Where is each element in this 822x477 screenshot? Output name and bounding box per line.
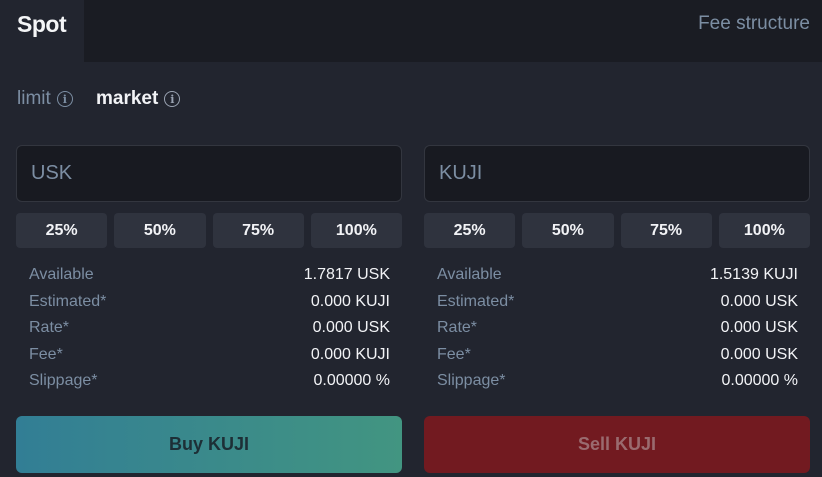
sell-percent-row: 25% 50% 75% 100% [424, 213, 810, 248]
sell-percent-75-button[interactable]: 75% [620, 213, 712, 248]
order-type-limit-label: limit [17, 88, 51, 109]
stat-label: Available [437, 266, 502, 284]
buy-kuji-button[interactable]: Buy KUJI [16, 415, 402, 473]
stat-value: 0.000 USK [720, 292, 798, 310]
buy-percent-row: 25% 50% 75% 100% [16, 213, 402, 248]
stat-value: 0.000 KUJI [310, 292, 390, 310]
buy-amount-input[interactable] [16, 145, 402, 202]
stat-label: Fee* [29, 345, 63, 363]
top-bar: Spot Fee structure [0, 0, 822, 62]
stat-value: 0.00000 % [313, 372, 390, 390]
stat-label: Available [29, 266, 94, 284]
buy-stats: Available 1.7817 USK Estimated* 0.000 KU… [16, 262, 402, 395]
stat-row-slippage: Slippage* 0.00000 % [29, 368, 390, 395]
stat-row-rate: Rate* 0.000 USK [29, 315, 390, 342]
stat-label: Fee* [437, 345, 471, 363]
sell-percent-25-button[interactable]: 25% [424, 213, 516, 248]
order-type-market-label: market [96, 88, 159, 109]
tab-spot[interactable]: Spot [0, 0, 84, 62]
stat-label: Rate* [437, 319, 478, 337]
order-type-market[interactable]: market i [96, 86, 181, 112]
info-icon[interactable]: i [164, 91, 181, 107]
stat-row-estimated: Estimated* 0.000 KUJI [29, 289, 390, 316]
stat-row-slippage: Slippage* 0.00000 % [437, 368, 798, 395]
stat-label: Rate* [29, 319, 70, 337]
stat-label: Slippage* [437, 372, 506, 390]
sell-percent-100-button[interactable]: 100% [718, 213, 810, 248]
sell-stats: Available 1.5139 KUJI Estimated* 0.000 U… [424, 262, 810, 395]
fee-structure-link[interactable]: Fee structure [698, 13, 810, 35]
stat-row-available: Available 1.7817 USK [29, 262, 390, 289]
stat-value: 0.000 KUJI [310, 345, 390, 363]
stat-label: Estimated* [437, 292, 515, 310]
sell-amount-input[interactable] [424, 145, 810, 202]
stat-value: 0.000 USK [312, 319, 390, 337]
stat-value: 1.5139 KUJI [709, 266, 798, 284]
order-type-limit[interactable]: limit i [17, 86, 73, 112]
stat-row-estimated: Estimated* 0.000 USK [437, 289, 798, 316]
buy-percent-100-button[interactable]: 100% [310, 213, 402, 248]
info-icon[interactable]: i [56, 91, 73, 107]
stat-value: 0.000 USK [720, 345, 798, 363]
buy-percent-50-button[interactable]: 50% [114, 213, 206, 248]
stat-value: 0.000 USK [720, 319, 798, 337]
stat-row-rate: Rate* 0.000 USK [437, 315, 798, 342]
buy-panel: 25% 50% 75% 100% Available 1.7817 USK Es… [16, 145, 402, 473]
stat-row-fee: Fee* 0.000 KUJI [29, 342, 390, 369]
stat-label: Slippage* [29, 372, 98, 390]
sell-kuji-button[interactable]: Sell KUJI [424, 415, 810, 473]
buy-percent-25-button[interactable]: 25% [16, 213, 108, 248]
stat-label: Estimated* [29, 292, 107, 310]
buy-percent-75-button[interactable]: 75% [212, 213, 304, 248]
sell-percent-50-button[interactable]: 50% [522, 213, 614, 248]
stat-row-available: Available 1.5139 KUJI [437, 262, 798, 289]
sell-panel: 25% 50% 75% 100% Available 1.5139 KUJI E… [424, 145, 810, 473]
stat-value: 1.7817 USK [303, 266, 390, 284]
stat-value: 0.00000 % [721, 372, 798, 390]
stat-row-fee: Fee* 0.000 USK [437, 342, 798, 369]
